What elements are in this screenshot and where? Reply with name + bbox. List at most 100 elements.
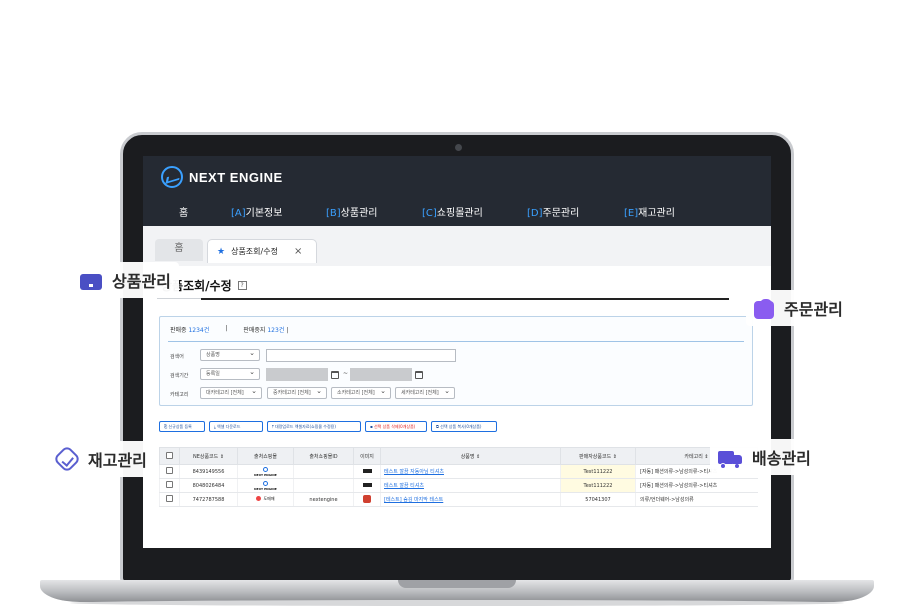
star-icon: ★	[217, 246, 226, 257]
stopped-count[interactable]: 판매중지 123건 |	[243, 325, 288, 334]
table-row[interactable]: 8439149556 NEXT ENGINE 테스트 깔끔 자동아님 티셔츠 T…	[159, 464, 758, 479]
logo-text: NEXT ENGINE	[189, 169, 283, 185]
main-nav: 홈 [A]기본정보 [B]상품관리 [C]쇼핑몰관리 [D]주문관리 [E]재고…	[143, 204, 771, 220]
row-checkbox[interactable]	[166, 495, 173, 502]
title-divider-left	[157, 298, 201, 299]
tab-product-edit[interactable]: ★ 상품조회/수정 ×	[207, 239, 317, 263]
table-row[interactable]: 7472787588 도매매 nextengine [테스트] 숨김 마지막 테…	[159, 492, 758, 507]
category-select-medium[interactable]: 중카테고리 [전체]	[267, 386, 327, 399]
ne-code-cell: 8439149556	[179, 464, 238, 479]
image-cell	[353, 464, 381, 479]
product-thumbnail[interactable]	[363, 494, 371, 503]
category-select-small[interactable]: 소카테고리 [전체]	[331, 386, 391, 399]
category-cell: 의류/언더웨어->남성의류	[635, 492, 758, 507]
logo[interactable]: NEXT ENGINE	[161, 166, 283, 188]
row-select-cell	[159, 464, 180, 479]
select-all-header[interactable]	[159, 447, 180, 465]
excel-download-button[interactable]: ⤓ 엑셀 다운로드	[209, 421, 263, 432]
title-divider	[201, 298, 729, 300]
column-header-seller-code[interactable]: 판매자상품코드 ⇕	[560, 447, 636, 465]
start-date-input[interactable]	[266, 368, 328, 381]
product-name-link[interactable]: 테스트 깔끔 자동아님 티셔츠	[380, 464, 561, 479]
category-select-detail[interactable]: 세카테고리 [전체]	[395, 386, 455, 399]
laptop-shadow	[70, 600, 844, 606]
truck-icon	[718, 450, 742, 469]
column-header-product-name[interactable]: 상품명 ⇕	[380, 447, 561, 465]
source-id-cell: nextengine	[293, 492, 354, 507]
laptop-screen: NEXT ENGINE 홈 [A]기본정보 [B]상품관리 [C]쇼핑몰관리 […	[143, 156, 771, 548]
category-label: 카테고리	[170, 392, 189, 398]
delete-selected-button[interactable]: ▪ 선택 상품 삭제(0개상품)	[365, 421, 427, 432]
feature-stock-management: 재고관리	[48, 441, 155, 477]
end-date-input[interactable]	[350, 368, 412, 381]
on-sale-count[interactable]: 판매중 1234건	[170, 325, 209, 334]
next-engine-logo-icon: NEXT ENGINE	[254, 480, 277, 491]
webcam	[455, 144, 462, 151]
next-engine-logo-icon: NEXT ENGINE	[254, 466, 277, 477]
calendar-icon[interactable]	[415, 371, 423, 379]
row-select-cell	[159, 492, 180, 507]
ne-code-cell: 7472787588	[179, 492, 238, 507]
product-box-icon	[80, 274, 102, 290]
calendar-icon[interactable]	[331, 371, 339, 379]
seller-code-cell: Test111222	[560, 464, 636, 479]
source-mall-cell: NEXT ENGINE	[237, 464, 294, 479]
nav-item-basic-info[interactable]: [A]기본정보	[231, 204, 282, 219]
shopping-bag-icon	[754, 299, 774, 319]
copy-selected-button[interactable]: ⧉ 선택 상품 복사(0개상품)	[431, 421, 497, 432]
next-engine-logo-icon	[161, 166, 183, 188]
laptop-base-notch	[398, 580, 516, 588]
feature-shipping-management: 배송관리	[710, 439, 819, 475]
panel-divider	[168, 341, 744, 342]
source-id-cell	[293, 464, 354, 479]
product-name-link[interactable]: [테스트] 숨김 마지막 테스트	[380, 492, 561, 507]
feature-product-management: 상품관리	[72, 262, 179, 298]
feature-label: 배송관리	[752, 449, 811, 468]
product-name-link[interactable]: 테스트 깔끔 티셔츠	[380, 478, 561, 493]
close-icon[interactable]: ×	[294, 246, 302, 257]
sale-counts: 판매중 1234건 | 판매중지 123건 |	[170, 325, 288, 334]
product-thumbnail[interactable]	[362, 468, 372, 473]
search-panel: 판매중 1234건 | 판매중지 123건 | 검색어 상품명 검색기간 등록일…	[159, 316, 753, 406]
keyword-input[interactable]	[266, 349, 456, 362]
source-mall-cell: NEXT ENGINE	[237, 478, 294, 493]
check-badge-icon	[52, 444, 82, 474]
bulk-upload-button[interactable]: ⤒ 대량업로드 엑셀자료(쇼핑몰 수정용)	[267, 421, 361, 432]
nav-item-inventory[interactable]: [E]재고관리	[624, 204, 675, 219]
feature-label: 주문관리	[784, 300, 843, 319]
column-header-image: 이미지	[353, 447, 381, 465]
new-product-button[interactable]: ⎘ 신규상품 등록	[159, 421, 205, 432]
keyword-type-select[interactable]: 상품명	[200, 348, 260, 361]
product-table: NE상품코드 ⇕ 출처쇼핑몰 출처쇼핑몰ID 이미지 상품명 ⇕ 판매자상품코드…	[159, 447, 758, 507]
keyword-label: 검색어	[170, 354, 184, 360]
product-thumbnail[interactable]	[362, 482, 372, 487]
tab-bar: 홈 ★ 상품조회/수정 ×	[143, 226, 771, 266]
image-cell	[353, 492, 381, 507]
feature-label: 재고관리	[88, 451, 147, 470]
column-header-source-id: 출처쇼핑몰ID	[293, 447, 354, 465]
nav-item-orders[interactable]: [D]주문관리	[527, 204, 579, 219]
table-row[interactable]: 8048026484 NEXT ENGINE 테스트 깔끔 티셔츠 Test11…	[159, 478, 758, 493]
source-mall-cell: 도매매	[237, 492, 294, 507]
seller-code-cell: 57041307	[560, 492, 636, 507]
tab-home[interactable]: 홈	[155, 239, 203, 261]
nav-item-shopping-malls[interactable]: [C]쇼핑몰관리	[422, 204, 483, 219]
app-header: NEXT ENGINE 홈 [A]기본정보 [B]상품관리 [C]쇼핑몰관리 […	[143, 156, 771, 226]
tab-label: 상품조회/수정	[231, 247, 278, 256]
domeme-logo-icon: 도매매	[256, 496, 275, 502]
column-header-ne-code[interactable]: NE상품코드 ⇕	[179, 447, 238, 465]
row-checkbox[interactable]	[166, 481, 173, 488]
feature-order-management: 주문관리	[746, 290, 851, 326]
nav-item-home[interactable]: 홈	[179, 204, 188, 219]
ne-code-cell: 8048026484	[179, 478, 238, 493]
help-icon[interactable]: ?	[237, 281, 247, 290]
period-type-select[interactable]: 등록일	[200, 367, 260, 380]
source-id-cell	[293, 478, 354, 493]
nav-item-products[interactable]: [B]상품관리	[326, 204, 377, 219]
select-all-checkbox[interactable]	[166, 451, 173, 459]
row-select-cell	[159, 478, 180, 493]
category-select-large[interactable]: 대카테고리 [전체]	[200, 386, 262, 399]
period-label: 검색기간	[170, 373, 189, 379]
table-header-row: NE상품코드 ⇕ 출처쇼핑몰 출처쇼핑몰ID 이미지 상품명 ⇕ 판매자상품코드…	[159, 447, 758, 465]
row-checkbox[interactable]	[166, 467, 173, 474]
